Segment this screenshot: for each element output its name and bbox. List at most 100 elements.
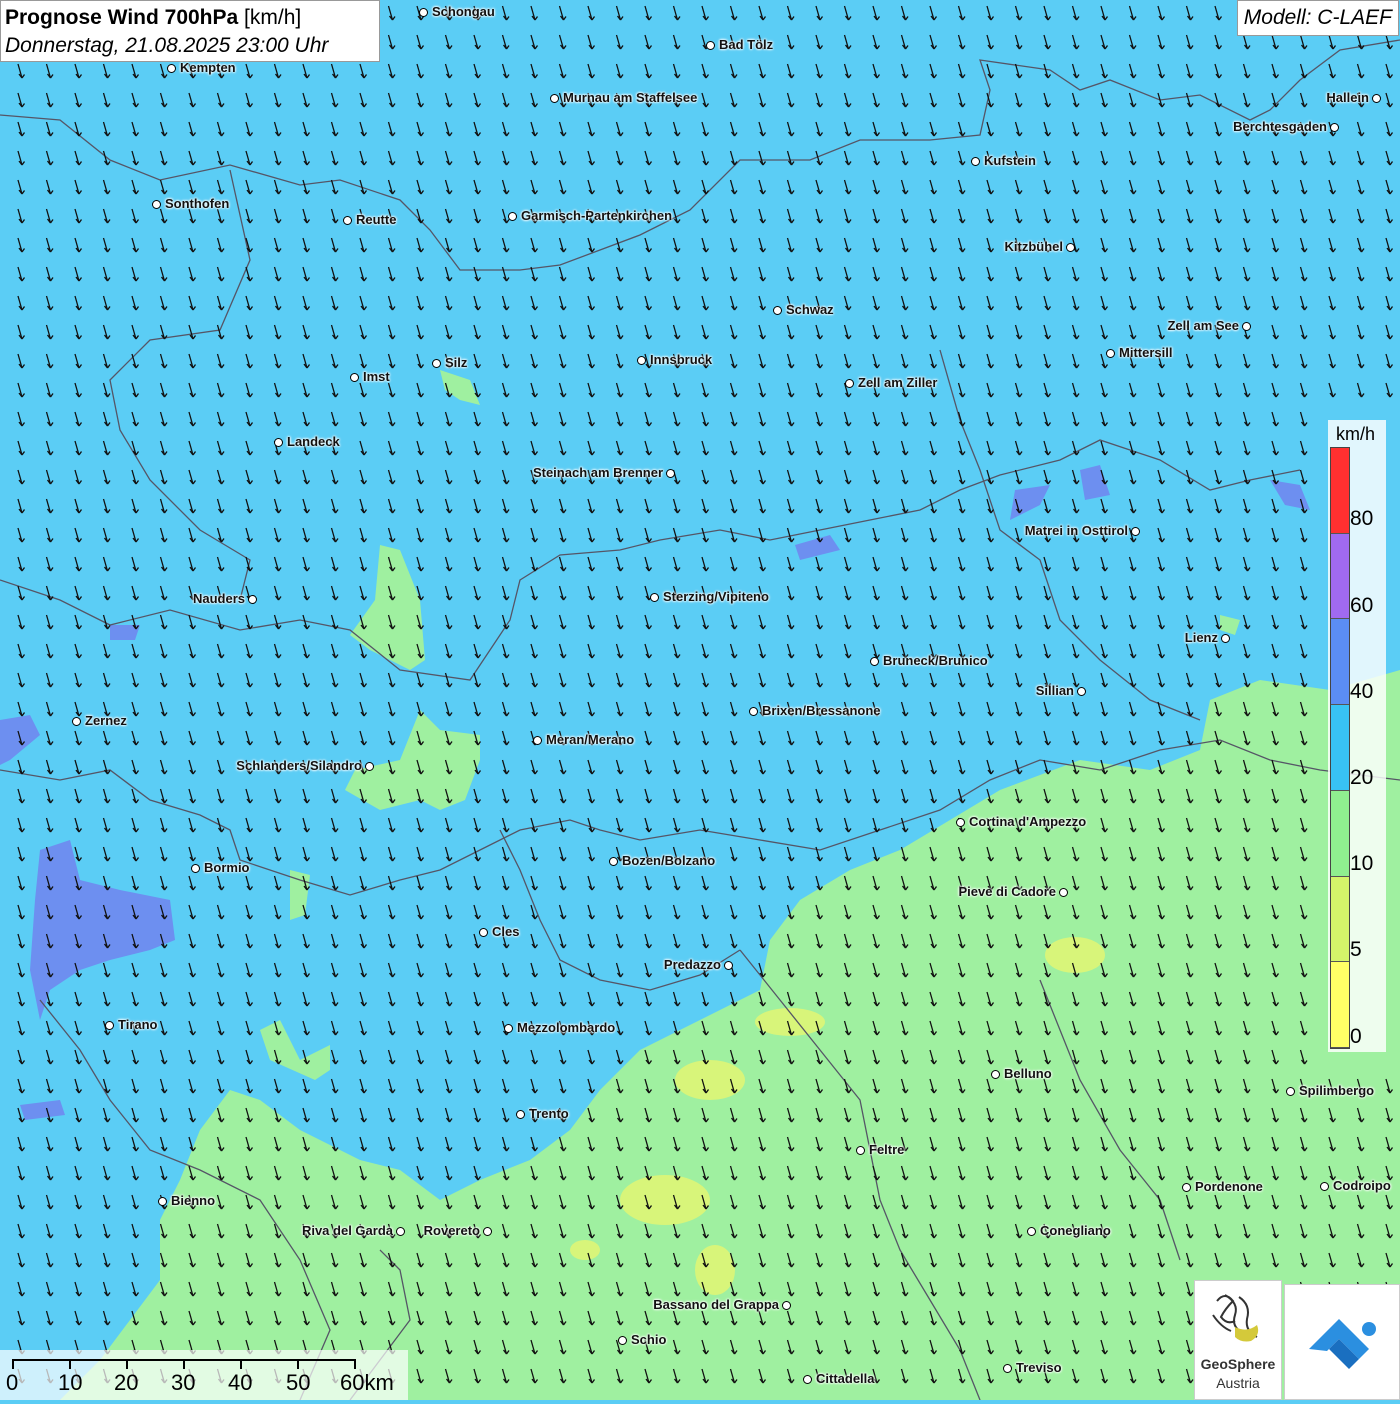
city-label: Lienz xyxy=(1184,630,1218,645)
city-label: Meran/Merano xyxy=(546,732,635,747)
scale-label: 60km xyxy=(340,1370,394,1395)
city-label: Riva del Garda xyxy=(301,1223,393,1238)
city-marker xyxy=(508,212,517,221)
scale-label: 10 xyxy=(58,1370,83,1395)
scale-tick xyxy=(12,1359,14,1369)
city-marker xyxy=(504,1024,513,1033)
city-label: Zell am See xyxy=(1167,318,1239,333)
city-label: Predazzo xyxy=(663,957,721,972)
legend-label: 0 xyxy=(1350,1025,1362,1048)
city-label: Innsbruck xyxy=(650,352,713,367)
city-marker xyxy=(72,717,81,726)
city-label: Mezzolombardo xyxy=(517,1020,616,1035)
city-marker xyxy=(1320,1182,1329,1191)
city-marker xyxy=(516,1110,525,1119)
city-marker xyxy=(1066,243,1075,252)
city-marker xyxy=(343,216,352,225)
city-label: Schongau xyxy=(432,4,495,19)
wind-zone-5-10 xyxy=(675,1060,745,1100)
legend-label: 10 xyxy=(1350,852,1374,875)
city-label: Sillian xyxy=(1035,683,1074,698)
city-label: Sterzing/Vipiteno xyxy=(663,589,769,604)
city-marker xyxy=(724,961,733,970)
legend-label: 40 xyxy=(1350,680,1374,703)
map-title-unit: [km/h] xyxy=(244,6,302,29)
city-marker xyxy=(1286,1087,1295,1096)
scale-label: 20 xyxy=(114,1370,139,1395)
model-label: Modell: C-LAEF xyxy=(1236,0,1399,36)
city-label: Trento xyxy=(529,1106,569,1121)
city-label: Rovereto xyxy=(423,1223,480,1238)
city-marker xyxy=(396,1227,405,1236)
city-marker xyxy=(191,864,200,873)
city-label: Kufstein xyxy=(984,153,1036,168)
city-marker xyxy=(845,379,854,388)
city-label: Landeck xyxy=(287,434,340,449)
map-title: Prognose Wind 700hPa [km/h] xyxy=(5,4,375,32)
city-label: Bormio xyxy=(204,860,250,875)
city-marker xyxy=(956,818,965,827)
city-marker xyxy=(1059,888,1068,897)
city-marker xyxy=(550,94,559,103)
warn-app-logo-icon xyxy=(1309,1319,1376,1369)
city-label: Silz xyxy=(445,355,468,370)
geosphere-logo[interactable]: GeoSphere Austria xyxy=(1194,1280,1282,1400)
city-label: Murnau am Staffelsee xyxy=(563,90,698,105)
city-label: Zernez xyxy=(85,713,127,728)
geosphere-name: GeoSphere xyxy=(1200,1356,1276,1372)
city-label: Schwaz xyxy=(786,302,834,317)
city-marker xyxy=(1027,1227,1036,1236)
city-marker xyxy=(350,373,359,382)
city-marker xyxy=(167,64,176,73)
map-title-main: Prognose Wind 700hPa xyxy=(5,6,239,29)
city-label: Berchtesgaden xyxy=(1233,119,1327,134)
wind-zone-5-10 xyxy=(620,1175,710,1225)
city-marker xyxy=(483,1227,492,1236)
city-marker xyxy=(533,736,542,745)
city-label: Zell am Ziller xyxy=(858,375,938,390)
city-marker xyxy=(706,41,715,50)
city-marker xyxy=(1242,322,1251,331)
scale-tick xyxy=(240,1359,242,1369)
city-marker xyxy=(650,593,659,602)
city-label: Matrei in Osttirol xyxy=(1024,523,1128,538)
city-marker xyxy=(152,200,161,209)
city-marker xyxy=(105,1021,114,1030)
city-label: Cles xyxy=(492,924,520,939)
city-label: Schio xyxy=(631,1332,667,1347)
legend-color-step xyxy=(1331,448,1349,534)
warn-app-logo[interactable] xyxy=(1284,1284,1400,1400)
scale-tick xyxy=(297,1359,299,1369)
geosphere-logo-icon xyxy=(1212,1294,1259,1342)
city-marker xyxy=(1003,1364,1012,1373)
city-marker xyxy=(365,762,374,771)
wind-zone-5-10 xyxy=(695,1245,735,1295)
wind-zone-5-10 xyxy=(570,1240,600,1260)
scale-tick xyxy=(354,1359,356,1369)
city-label: Nauders xyxy=(192,591,245,606)
legend-color-step xyxy=(1331,876,1349,963)
city-label: Bruneck/Brunico xyxy=(883,653,988,668)
city-marker xyxy=(609,857,618,866)
legend-label: 80 xyxy=(1350,507,1374,530)
city-marker xyxy=(432,359,441,368)
city-marker xyxy=(666,469,675,478)
city-marker xyxy=(991,1070,1000,1079)
scale-label: 30 xyxy=(171,1370,196,1395)
city-label: Codroipo xyxy=(1333,1178,1391,1193)
city-label: Reutte xyxy=(356,212,397,227)
city-label: Pordenone xyxy=(1195,1179,1263,1194)
city-label: Belluno xyxy=(1004,1066,1052,1081)
city-marker xyxy=(479,928,488,937)
city-marker xyxy=(971,157,980,166)
scale-label: 0 xyxy=(6,1370,19,1395)
city-marker xyxy=(856,1146,865,1155)
city-label: Treviso xyxy=(1016,1360,1062,1375)
city-marker xyxy=(1077,687,1086,696)
city-marker xyxy=(782,1301,791,1310)
scale-label: 40 xyxy=(228,1370,253,1395)
city-label: Steinach am Brenner xyxy=(532,465,663,480)
city-label: Kempten xyxy=(180,60,236,75)
legend-color-bar xyxy=(1330,447,1350,1049)
geosphere-sub: Austria xyxy=(1216,1375,1260,1391)
